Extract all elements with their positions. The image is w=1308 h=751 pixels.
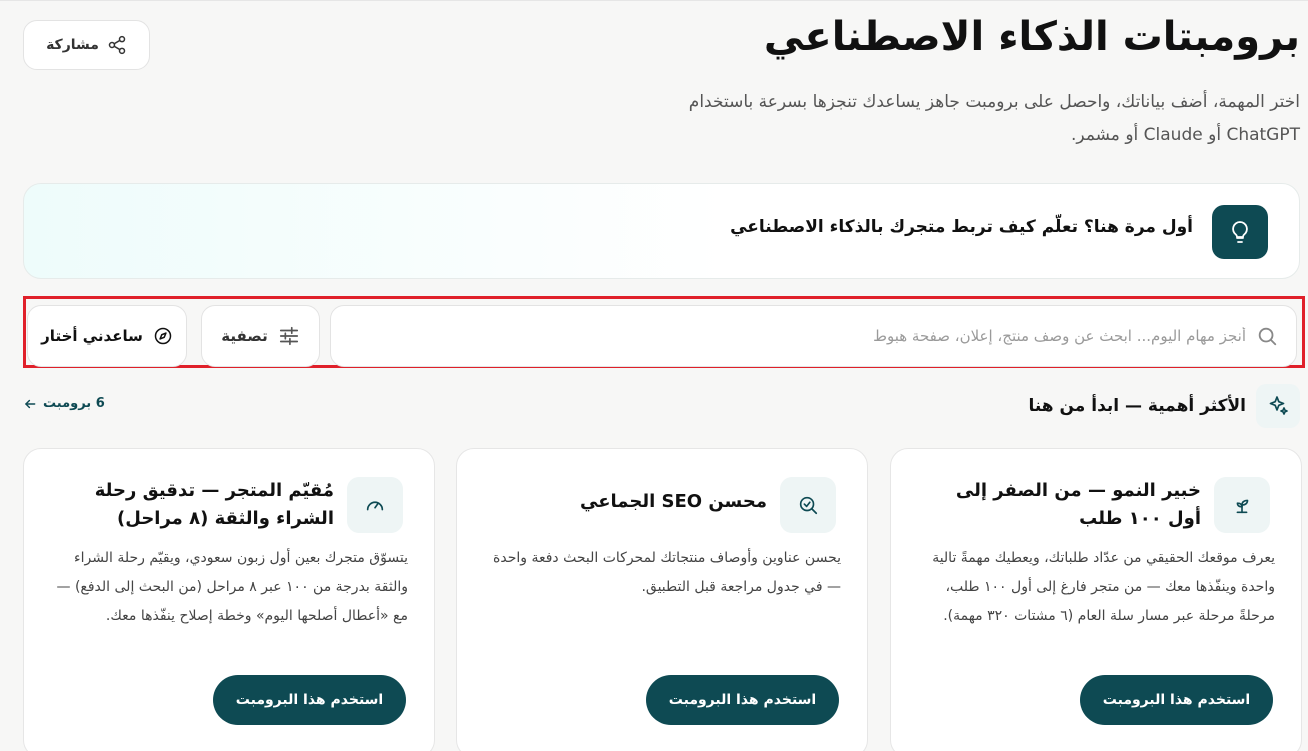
card-title: مُقيّم المتجر — تدقيق رحلة الشراء والثقة…	[94, 480, 334, 529]
filter-label: تصفية	[221, 327, 268, 345]
card-description: يعرف موقعك الحقيقي من عدّاد طلباتك، ويعط…	[932, 550, 1275, 624]
prompt-count-link[interactable]: 6 برومبت	[23, 396, 105, 411]
page-title: برومبتات الذكاء الاصطناعي	[763, 14, 1300, 60]
prompt-count: 6 برومبت	[43, 396, 105, 411]
filter-button[interactable]: تصفية	[201, 305, 320, 367]
page-subtitle: اختر المهمة، أضف بياناتك، واحصل على بروم…	[688, 92, 1300, 145]
card-title: خبير النمو — من الصفر إلى أول ١٠٠ طلب	[955, 480, 1201, 529]
prompt-card: خبير النمو — من الصفر إلى أول ١٠٠ طلب يع…	[890, 448, 1302, 751]
section-header: الأكثر أهمية — ابدأ من هنا	[1028, 384, 1300, 428]
prompt-card: محسن SEO الجماعي يحسن عناوين وأوصاف منتج…	[456, 448, 868, 751]
top-divider	[0, 0, 1308, 6]
card-description: يتسوّق متجرك بعين أول زبون سعودي، ويقيّم…	[56, 550, 409, 624]
search-icon	[1258, 327, 1277, 346]
help-label: ساعدني أختار	[41, 327, 143, 345]
gauge-icon	[347, 477, 403, 533]
card-title: محسن SEO الجماعي	[580, 491, 767, 512]
search-input[interactable]	[346, 327, 1246, 345]
search-check-icon	[780, 477, 836, 533]
sparkles-icon	[1256, 384, 1300, 428]
search-box[interactable]	[330, 305, 1297, 367]
sprout-icon	[1214, 477, 1270, 533]
help-me-choose-button[interactable]: ساعدني أختار	[27, 305, 187, 367]
card-description: يحسن عناوين وأوصاف منتجاتك لمحركات البحث…	[493, 550, 841, 595]
sliders-icon	[279, 326, 298, 346]
arrow-left-icon	[25, 399, 36, 408]
onboarding-banner[interactable]: أول مرة هنا؟ تعلّم كيف تربط متجرك بالذكا…	[23, 183, 1300, 279]
compass-icon	[154, 327, 172, 345]
search-toolbar: تصفية ساعدني أختار	[23, 296, 1305, 368]
use-prompt-button[interactable]: استخدم هذا البرومبت	[213, 675, 406, 725]
use-prompt-button[interactable]: استخدم هذا البرومبت	[1080, 675, 1273, 725]
lightbulb-icon	[1212, 205, 1268, 259]
use-prompt-button[interactable]: استخدم هذا البرومبت	[646, 675, 839, 725]
banner-text: أول مرة هنا؟ تعلّم كيف تربط متجرك بالذكا…	[730, 217, 1193, 237]
share-label: مشاركة	[46, 37, 99, 53]
share-icon	[108, 35, 126, 55]
prompt-card: مُقيّم المتجر — تدقيق رحلة الشراء والثقة…	[23, 448, 435, 751]
section-title: الأكثر أهمية — ابدأ من هنا	[1028, 396, 1246, 416]
share-button[interactable]: مشاركة	[23, 20, 150, 70]
